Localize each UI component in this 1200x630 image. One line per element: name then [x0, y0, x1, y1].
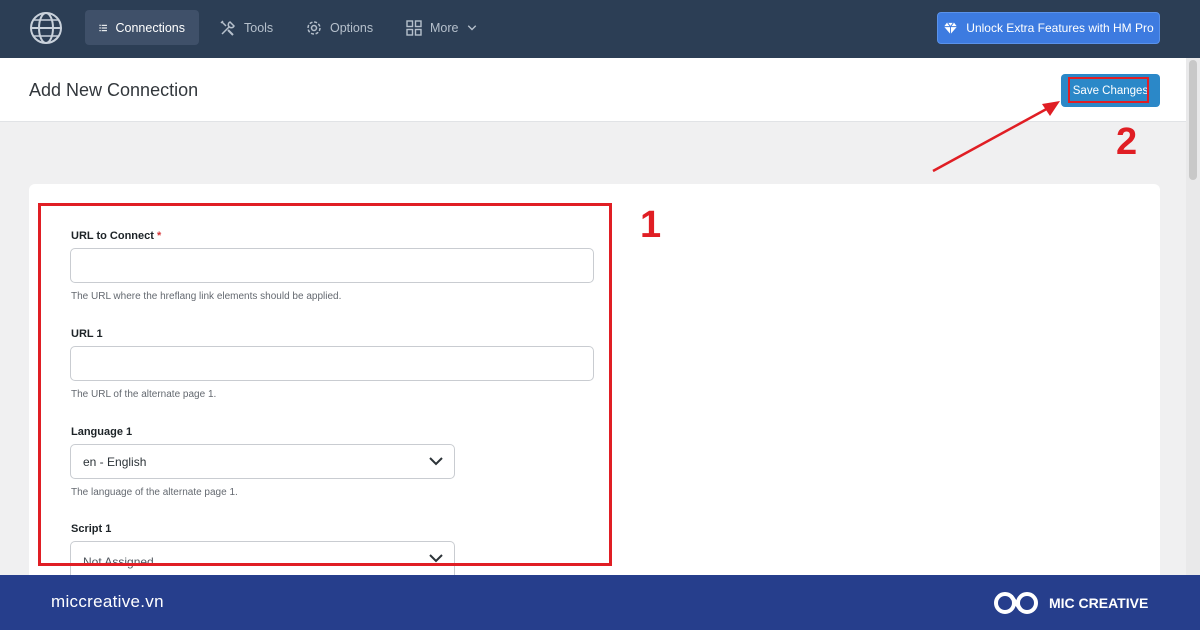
- nav-item-label: Connections: [115, 20, 186, 35]
- unlock-pro-button[interactable]: Unlock Extra Features with HM Pro: [937, 12, 1160, 44]
- page-title: Add New Connection: [29, 80, 199, 100]
- language1-selected: en - English: [83, 454, 147, 469]
- nav-item-label: More: [430, 20, 459, 35]
- form-card: [29, 184, 1160, 584]
- step-2-marker: 2: [1116, 121, 1138, 163]
- annotation-arrow: [932, 101, 1060, 173]
- scrollbar-thumb[interactable]: [1189, 60, 1197, 180]
- url1-label: URL 1: [71, 328, 103, 340]
- required-mark: *: [156, 230, 162, 242]
- grid-icon: [406, 19, 422, 36]
- script1-label: Script 1: [71, 523, 112, 535]
- tools-icon: [220, 19, 235, 36]
- footer-site: miccreative.vn: [51, 592, 164, 611]
- top-nav: Connections Tools Options More Unlock Ex…: [0, 0, 1200, 58]
- diamond-icon: [944, 22, 958, 34]
- url-connect-label-text: URL to Connect: [71, 230, 154, 242]
- script1-select[interactable]: Not Assigned: [70, 541, 455, 575]
- scrollbar[interactable]: [1186, 58, 1200, 575]
- language1-select[interactable]: en - English: [70, 444, 455, 479]
- url-connect-help: The URL where the hreflang link elements…: [71, 291, 342, 302]
- url1-help: The URL of the alternate page 1.: [71, 389, 217, 400]
- step-1-marker: 1: [640, 204, 662, 246]
- nav-item-more[interactable]: More: [392, 10, 492, 45]
- footer-brand: MIC CREATIVE: [993, 588, 1148, 618]
- nav-item-label: Tools: [244, 20, 274, 35]
- save-changes-button[interactable]: Save Changes: [1061, 74, 1160, 107]
- unlock-pro-label: Unlock Extra Features with HM Pro: [966, 21, 1154, 35]
- globe-icon[interactable]: [29, 11, 63, 45]
- script1-selected: Not Assigned: [83, 554, 154, 569]
- nav-item-connections[interactable]: Connections: [85, 10, 199, 45]
- language1-label: Language 1: [71, 426, 133, 438]
- footer-bar: miccreative.vn MIC CREATIVE: [0, 575, 1200, 630]
- nav-item-label: Options: [330, 20, 374, 35]
- language1-help: The language of the alternate page 1.: [71, 487, 238, 498]
- url1-input[interactable]: [70, 346, 594, 381]
- gear-icon: [307, 20, 321, 35]
- list-icon: [99, 24, 107, 31]
- url-connect-input[interactable]: [70, 248, 594, 283]
- chevron-down-icon: [429, 554, 443, 563]
- chevron-down-icon: [468, 24, 477, 30]
- mic-logo-icon: [994, 592, 1038, 614]
- chevron-down-icon: [429, 457, 443, 466]
- url-connect-label: URL to Connect *: [71, 230, 161, 242]
- nav-item-options[interactable]: Options: [292, 10, 387, 45]
- footer-brand-label: MIC CREATIVE: [1049, 595, 1149, 611]
- nav-item-tools[interactable]: Tools: [206, 10, 287, 45]
